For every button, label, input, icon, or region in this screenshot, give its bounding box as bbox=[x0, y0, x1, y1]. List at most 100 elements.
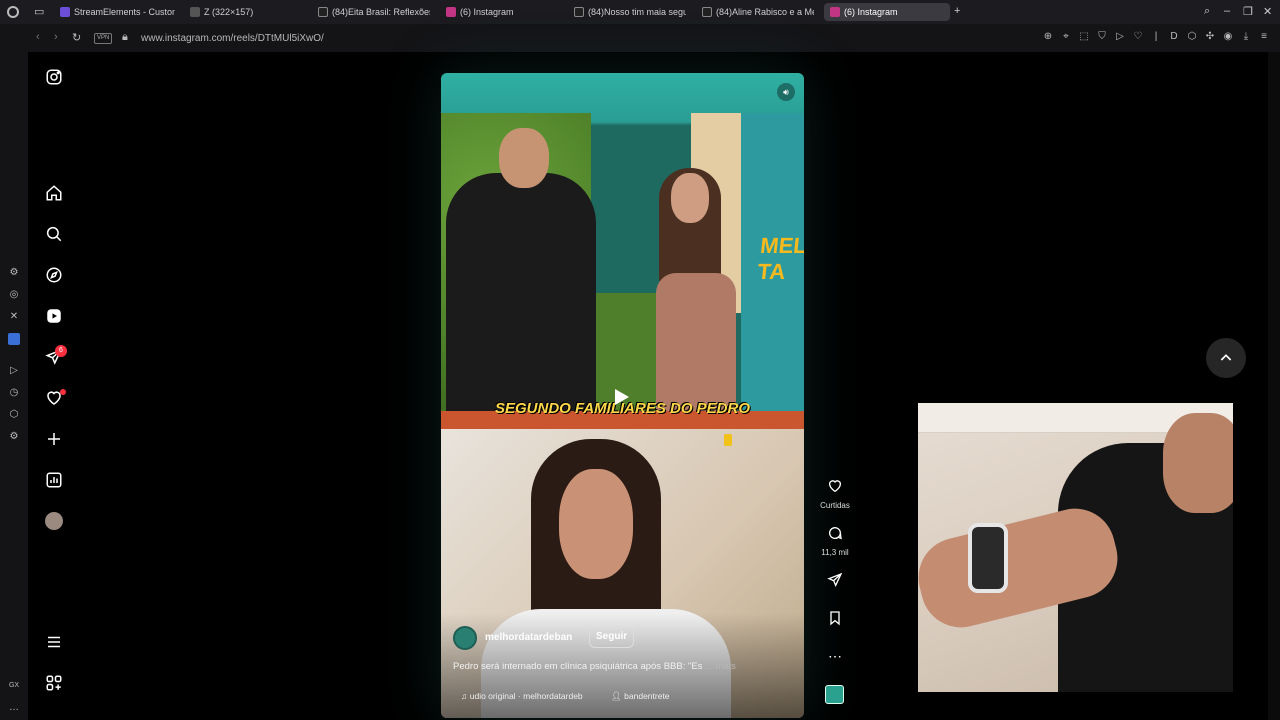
search-tabs-icon[interactable]: ⌕ bbox=[1204, 5, 1210, 18]
forward-icon[interactable]: › bbox=[54, 31, 58, 43]
extension-icon[interactable]: ⬡ bbox=[1186, 31, 1198, 42]
description-text: Pedro será internado em clínica psiquiát… bbox=[453, 661, 703, 672]
notifications-dot bbox=[60, 389, 66, 395]
opera-logo-icon[interactable] bbox=[7, 6, 19, 18]
instagram-logo-icon[interactable] bbox=[45, 68, 63, 86]
new-tab-button[interactable]: + bbox=[954, 5, 960, 17]
more-link[interactable]: ... mais bbox=[705, 661, 736, 672]
account-icon[interactable]: ◉ bbox=[1222, 31, 1234, 42]
restore-icon[interactable]: ❐ bbox=[1243, 5, 1253, 18]
tab-tiktok-1[interactable]: (84)Eita Brasil: Reflexões bbox=[318, 3, 430, 21]
address-bar-tools: ⊕ ⌖ ⬚ ⛉ ▷ ♡ | D ⬡ ✣ ◉ ⤓ ≡ bbox=[1042, 31, 1270, 42]
browser-tab-bar: ▭ StreamElements - Custom Z (322×157) (8… bbox=[0, 0, 1280, 24]
create-icon[interactable] bbox=[45, 430, 63, 448]
audio-link[interactable]: ♫ udio original · melhordatardeb bbox=[461, 691, 583, 701]
instagram-sidebar bbox=[28, 52, 80, 720]
tab-label: (6) Instagram bbox=[844, 7, 898, 17]
instagram-icon bbox=[446, 7, 456, 17]
tab-label: Z (322×157) bbox=[204, 7, 254, 17]
instagram-icon bbox=[830, 7, 840, 17]
tab-label: (84)Aline Rabisco e a Mel bbox=[716, 7, 814, 17]
chevron-up-icon bbox=[1220, 354, 1232, 361]
tab-instagram-1[interactable]: (6) Instagram bbox=[446, 3, 558, 21]
divider-icon: | bbox=[1154, 31, 1158, 42]
share-button[interactable] bbox=[815, 572, 855, 593]
more-menu-icon[interactable] bbox=[45, 633, 63, 651]
minimize-icon[interactable]: – bbox=[1224, 5, 1230, 17]
image-icon bbox=[190, 7, 200, 17]
tab-tiktok-2[interactable]: (84)Nosso tim maia segue bbox=[574, 3, 686, 21]
tiktok-icon bbox=[574, 7, 584, 17]
address-bar: ‹ › ↻ VPN 🔒︎ www.instagram.com/reels/DTt… bbox=[28, 24, 1280, 52]
heart-icon[interactable]: ♡ bbox=[1132, 31, 1144, 42]
sidebar-more-icon[interactable]: … bbox=[8, 702, 20, 714]
reels-icon[interactable] bbox=[45, 307, 63, 325]
extensions-icon[interactable]: ⬡ bbox=[8, 409, 20, 421]
vpn-badge[interactable]: VPN bbox=[94, 33, 113, 44]
search-icon[interactable] bbox=[45, 225, 63, 243]
tagged-user-name: bandentrete bbox=[624, 691, 670, 701]
reel-description[interactable]: Pedro será internado em clínica psiquiát… bbox=[453, 661, 773, 672]
also-from-meta-icon[interactable] bbox=[45, 674, 63, 692]
account-name[interactable]: melhordatardeban bbox=[485, 632, 572, 643]
dashboard-icon[interactable] bbox=[45, 471, 63, 489]
more-options-button[interactable]: ⋯ bbox=[815, 648, 855, 665]
tab-label: (84)Eita Brasil: Reflexões bbox=[332, 7, 430, 17]
tab-image[interactable]: Z (322×157) bbox=[190, 3, 300, 21]
volume-icon[interactable]: 🔊︎ bbox=[777, 83, 795, 101]
likes-label: Curtidas bbox=[820, 501, 850, 510]
menu-icon[interactable]: ≡ bbox=[1258, 31, 1270, 42]
download-icon[interactable]: ⤓ bbox=[1240, 31, 1252, 42]
tab-instagram-active[interactable]: (6) Instagram bbox=[824, 3, 950, 21]
bookmark-icon bbox=[830, 611, 840, 626]
save-button[interactable] bbox=[815, 610, 855, 631]
whatsapp-icon[interactable]: ◎ bbox=[8, 289, 20, 301]
x-twitter-icon[interactable]: ✕ bbox=[8, 311, 20, 323]
snapshot-icon[interactable]: ⬚ bbox=[1078, 31, 1090, 42]
tab-label: (6) Instagram bbox=[460, 7, 514, 17]
puzzle-icon[interactable]: ✣ bbox=[1204, 31, 1216, 42]
account-avatar[interactable] bbox=[453, 626, 477, 650]
page-scrollbar[interactable] bbox=[1268, 52, 1280, 720]
comment-button[interactable]: 11,3 mil bbox=[815, 525, 855, 557]
reel-video[interactable]: MELH TA SEGUNDO FAMILIARES DO PEDRO 🔊︎ m… bbox=[441, 73, 804, 718]
home-icon[interactable] bbox=[45, 184, 63, 202]
shield-icon[interactable]: ⛉ bbox=[1096, 31, 1108, 42]
gx-label[interactable]: GX bbox=[8, 680, 20, 692]
streamelements-icon bbox=[60, 7, 70, 17]
tab-streamelements[interactable]: StreamElements - Custom bbox=[60, 3, 175, 21]
webcam-overlay bbox=[918, 403, 1233, 692]
video-scene-top: MELH TA bbox=[441, 73, 804, 429]
tiktok-icon bbox=[318, 7, 328, 17]
send-icon[interactable]: ▷ bbox=[1114, 31, 1126, 42]
close-icon[interactable]: ✕ bbox=[1263, 5, 1272, 18]
previous-reel-button[interactable] bbox=[1206, 338, 1246, 378]
settings-icon[interactable]: ⚙ bbox=[8, 431, 20, 443]
tab-tiktok-3[interactable]: (84)Aline Rabisco e a Mel bbox=[702, 3, 814, 21]
pin-icon[interactable]: ⌖ bbox=[1060, 31, 1072, 42]
tiktok-icon bbox=[702, 7, 712, 17]
comment-icon bbox=[829, 527, 842, 540]
chatgpt-icon[interactable]: ⚙ bbox=[8, 267, 20, 279]
explore-icon[interactable] bbox=[45, 266, 63, 284]
lock-icon[interactable]: 🔒︎ bbox=[122, 31, 128, 44]
play-icon[interactable] bbox=[615, 389, 629, 405]
app-icon[interactable] bbox=[8, 333, 20, 345]
share-icon bbox=[827, 572, 843, 587]
like-button[interactable]: Curtidas bbox=[815, 478, 855, 510]
zoom-icon[interactable]: ⊕ bbox=[1042, 31, 1054, 42]
url-text[interactable]: www.instagram.com/reels/DTtMUl5iXwO/ bbox=[141, 33, 324, 44]
follow-button[interactable]: Seguir bbox=[589, 626, 635, 648]
back-icon[interactable]: ‹ bbox=[36, 31, 40, 43]
tagged-user[interactable]: 👤︎ bandentrete bbox=[611, 691, 670, 702]
history-icon[interactable]: ◷ bbox=[8, 387, 20, 399]
reload-icon[interactable]: ↻ bbox=[72, 31, 81, 44]
mouse-cursor bbox=[724, 434, 732, 446]
audio-thumbnail[interactable] bbox=[825, 685, 844, 704]
comments-count: 11,3 mil bbox=[821, 548, 849, 557]
send-icon[interactable]: ▷ bbox=[8, 365, 20, 377]
profile-avatar[interactable] bbox=[45, 512, 63, 530]
workspaces-icon[interactable]: ▭ bbox=[34, 5, 44, 18]
set-logo-text: MELH TA bbox=[756, 233, 804, 284]
d-extension-icon[interactable]: D bbox=[1168, 31, 1180, 42]
